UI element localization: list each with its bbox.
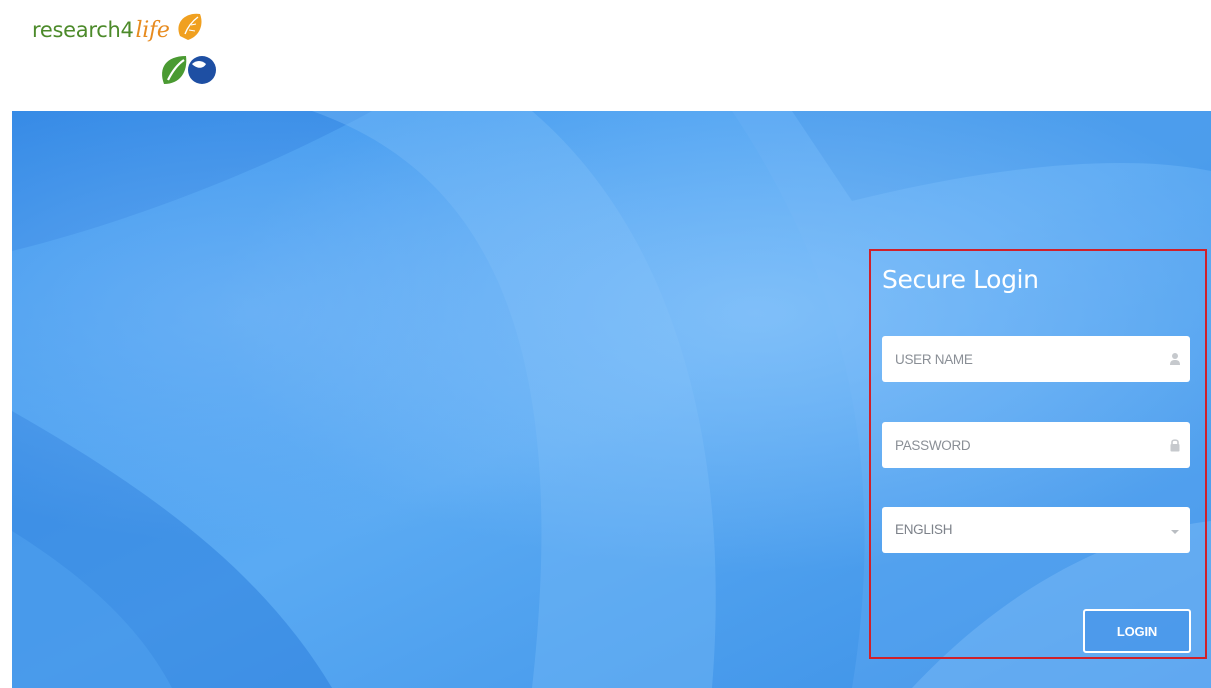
language-select[interactable]: ENGLISH [882,507,1190,553]
secure-login-panel: Secure Login ENGLISH [869,249,1207,659]
password-field[interactable] [882,422,1190,468]
research4life-logo[interactable]: research4life [32,6,232,92]
page: research4life Secure Login USER NAME ENG… [0,0,1211,688]
chevron-down-icon [1171,530,1179,534]
user-icon [1170,353,1180,365]
logo-word: research4 [32,18,134,42]
password-input[interactable] [882,422,1152,468]
logo-wordmark: research4life [32,18,170,43]
hero-banner: Secure Login ENGLISH [12,111,1211,688]
login-title: Secure Login [882,265,1039,294]
username-input[interactable] [882,336,1152,382]
logo-leaf-mark-icon [162,13,216,84]
lock-icon [1170,439,1180,452]
username-field[interactable] [882,336,1190,382]
login-button[interactable]: LOGIN [1083,609,1191,653]
language-selected-value: ENGLISH [895,522,953,537]
